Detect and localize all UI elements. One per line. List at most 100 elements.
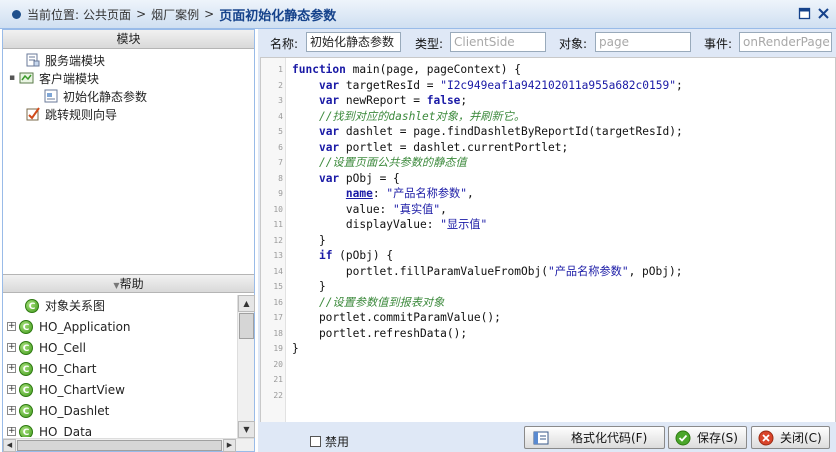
code-line[interactable]: 16 //设置参数值到报表对象 — [261, 295, 835, 311]
code-token: var — [318, 125, 340, 138]
help-title: 帮助 — [119, 277, 144, 291]
save-check-icon — [675, 430, 691, 446]
code-line[interactable]: 6 var portlet = dashlet.currentPortlet; — [261, 140, 835, 156]
breadcrumb-item[interactable]: 公共页面 — [83, 6, 131, 23]
help-item[interactable]: C 对象关系图 — [3, 295, 237, 316]
help-vertical-scrollbar[interactable]: ▲ ▼ — [237, 295, 255, 438]
breadcrumb-prefix: 当前位置: — [27, 7, 80, 22]
code-line[interactable]: 13 if (pObj) { — [261, 248, 835, 264]
event-field[interactable]: onRenderPage — [739, 32, 832, 52]
code-line[interactable]: 10 value: "真实值", — [261, 202, 835, 218]
scroll-down-icon[interactable]: ▼ — [238, 421, 255, 438]
close-label: 关闭(C) — [780, 431, 822, 445]
code-token: var — [318, 171, 340, 185]
line-number: 14 — [273, 266, 283, 276]
help-item-label: HO_Application — [39, 319, 131, 334]
code-line[interactable]: 4 //找到对应的dashlet对象，并刷新它。 — [261, 109, 835, 125]
code-line[interactable]: 7 //设置页面公共参数的静态值 — [261, 155, 835, 171]
checkbox-box[interactable] — [310, 436, 321, 447]
code-line[interactable]: 19} — [261, 341, 835, 357]
help-item[interactable]: + C HO_Application — [3, 316, 237, 337]
code-token: displayValue: — [292, 218, 441, 231]
name-field[interactable]: 初始化静态参数 — [306, 32, 401, 52]
format-code-button[interactable]: 格式化代码(F) — [524, 426, 665, 449]
code-line[interactable]: 22 — [261, 388, 835, 404]
code-token: portlet = dashlet.currentPortlet; — [339, 140, 569, 154]
disable-checkbox[interactable]: 禁用 — [310, 433, 349, 450]
expand-icon[interactable]: + — [7, 406, 16, 415]
code-token: main(page, pageContext) { — [345, 63, 522, 76]
code-line[interactable]: 11 displayValue: "显示值" — [261, 217, 835, 233]
expand-icon[interactable]: + — [7, 343, 16, 352]
code-line[interactable]: 18 portlet.refreshData(); — [261, 326, 835, 342]
close-button[interactable]: 关闭(C) — [751, 426, 830, 449]
object-field[interactable]: page — [595, 32, 691, 52]
format-icon — [533, 430, 549, 446]
code-token: , — [466, 187, 474, 200]
maximize-icon[interactable] — [798, 7, 811, 20]
code-token: //找到对应的dashlet对象，并刷新它。 — [318, 109, 526, 123]
collapse-icon[interactable]: ▪ — [9, 73, 19, 83]
type-field[interactable]: ClientSide — [450, 32, 546, 52]
code-token: portlet.commitParamValue(); — [292, 311, 501, 324]
code-token: , — [440, 202, 447, 216]
code-line[interactable]: 2 var targetResId = "I2c949eaf1a94210201… — [261, 78, 835, 94]
page-title: 页面初始化静态参数 — [219, 8, 337, 24]
tree-item-init-static-params[interactable]: 初始化静态参数 — [3, 87, 254, 105]
code-line[interactable]: 21 — [261, 372, 835, 388]
code-line[interactable]: 1 function main(page, pageContext) { — [261, 62, 835, 78]
breadcrumb-item[interactable]: 烟厂案例 — [151, 6, 199, 23]
wizard-icon — [25, 106, 41, 122]
help-item-label: HO_Dashlet — [39, 403, 110, 418]
code-token: ; — [675, 78, 683, 92]
help-item[interactable]: + C HO_Cell — [3, 337, 237, 358]
name-label: 名称: — [270, 37, 299, 51]
help-item[interactable]: + C HO_ChartView — [3, 379, 237, 400]
code-line[interactable]: 3 var newReport = false; — [261, 93, 835, 109]
code-token: function — [292, 63, 346, 76]
code-editor[interactable]: 1 function main(page, pageContext) {2 var… — [260, 57, 836, 442]
code-token: dashlet = page.findDashletByReportId(tar… — [339, 125, 683, 138]
code-content[interactable]: 1 function main(page, pageContext) {2 var… — [261, 62, 835, 404]
tree-item-jump-wizard[interactable]: 跳转规则向导 — [3, 105, 254, 123]
line-number: 22 — [273, 390, 283, 400]
tree-item-label: 服务端模块 — [45, 53, 106, 68]
tree-item-label: 跳转规则向导 — [45, 107, 118, 122]
save-button[interactable]: 保存(S) — [668, 426, 747, 449]
scroll-up-icon[interactable]: ▲ — [238, 295, 255, 312]
scroll-thumb[interactable] — [17, 440, 222, 451]
scroll-left-icon[interactable]: ◀ — [3, 439, 16, 452]
help-header[interactable]: ▼帮助 — [3, 274, 254, 293]
expand-icon[interactable]: + — [7, 427, 16, 436]
help-item[interactable]: + C HO_Data — [3, 421, 237, 437]
help-item[interactable]: + C HO_Dashlet — [3, 400, 237, 421]
scroll-thumb[interactable] — [239, 313, 254, 339]
code-line[interactable]: 14 portlet.fillParamValueFromObj("产品名称参数… — [261, 264, 835, 280]
tree-item-client-module[interactable]: ▪ 客户端模块 — [3, 69, 254, 87]
code-line[interactable]: 9 name: "产品名称参数", — [261, 186, 835, 202]
code-token: targetResId = — [339, 78, 441, 92]
client-module-icon — [19, 70, 35, 86]
expand-icon[interactable]: + — [7, 385, 16, 394]
close-icon[interactable] — [817, 7, 830, 20]
code-line[interactable]: 20 — [261, 357, 835, 373]
expand-icon[interactable]: + — [7, 322, 16, 331]
help-item[interactable]: + C HO_Chart — [3, 358, 237, 379]
code-line[interactable]: 17 portlet.commitParamValue(); — [261, 310, 835, 326]
scroll-right-icon[interactable]: ▶ — [223, 439, 236, 452]
line-number: 19 — [273, 344, 283, 353]
tree-item-server-module[interactable]: 服务端模块 — [3, 51, 254, 69]
code-line[interactable]: 15 } — [261, 279, 835, 295]
code-line[interactable]: 8 var pObj = { — [261, 171, 835, 187]
help-horizontal-scrollbar[interactable]: ◀ ▶ — [3, 438, 254, 452]
help-list: C 对象关系图 + C HO_Application + C HO_Cell +… — [3, 295, 237, 437]
help-item-label: HO_Cell — [39, 340, 86, 355]
expand-icon[interactable]: + — [7, 364, 16, 373]
code-line[interactable]: 12 } — [261, 233, 835, 249]
line-number: 10 — [273, 204, 283, 214]
code-line[interactable]: 5 var dashlet = page.findDashletByReport… — [261, 124, 835, 140]
code-token: var — [318, 140, 340, 154]
line-number: 20 — [273, 359, 283, 369]
